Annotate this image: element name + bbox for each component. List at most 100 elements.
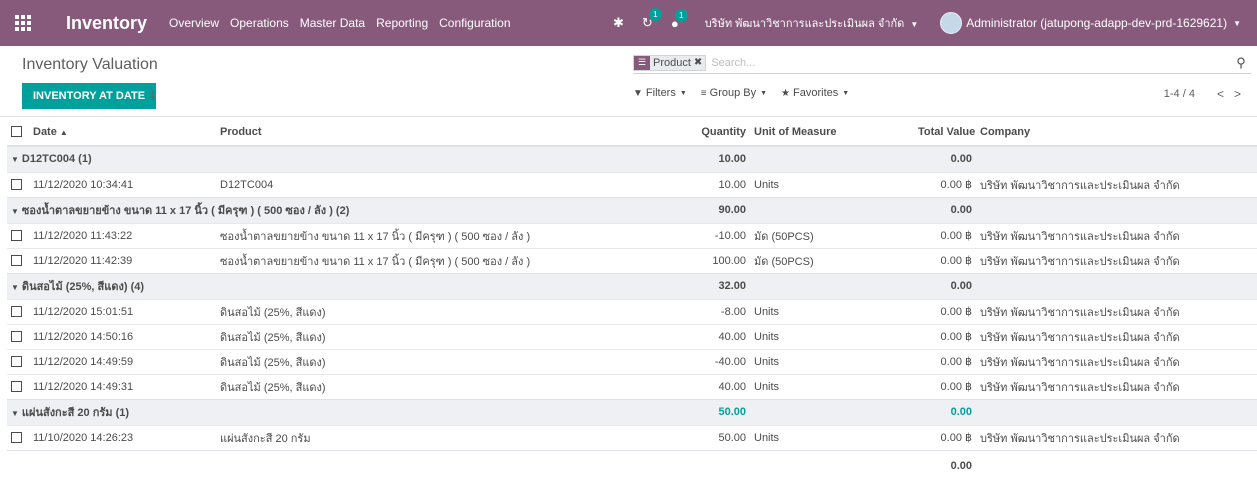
row-checkbox[interactable] (11, 356, 22, 368)
group-total-value: 0.00 (914, 272, 976, 299)
list-view: Date ▲ Product Quantity Unit of Measure T… (7, 118, 1257, 482)
column-uom[interactable]: Unit of Measure (750, 118, 914, 147)
row-checkbox[interactable] (11, 255, 22, 267)
table-row[interactable]: 11/12/2020 11:43:22 ซองน้ำตาลขยายข้าง ขน… (7, 222, 1257, 248)
row-product: ซองน้ำตาลขยายข้าง ขนาด 11 x 17 นิ้ว ( มี… (216, 247, 652, 273)
apps-menu-button[interactable] (0, 0, 46, 46)
group-row[interactable]: ▼ ดินสอไม้ (25%, สีแดง) (4) 32.00 0.00 (7, 272, 1257, 299)
menu-configuration[interactable]: Configuration (439, 12, 510, 34)
search-icon[interactable]: ⚲ (1233, 55, 1249, 71)
search-facet-product[interactable]: ☰ Product ✖ (633, 54, 707, 71)
select-all-cell[interactable] (7, 118, 29, 147)
filters-dropdown[interactable]: ▼ Filters ▼ (633, 87, 687, 99)
activity-badge: 1 (648, 8, 662, 21)
row-uom: Units (750, 298, 914, 324)
app-brand[interactable]: Inventory (66, 13, 147, 34)
avatar (940, 12, 963, 34)
pager-value[interactable]: 1-4 / 4 (1164, 88, 1195, 100)
inventory-at-date-button[interactable]: INVENTORY AT DATE (22, 83, 157, 109)
download-icon[interactable]: ⤓ (150, 87, 156, 103)
group-label-cell: ▼ ดินสอไม้ (25%, สีแดง) (4) (7, 272, 652, 299)
row-checkbox[interactable] (11, 179, 22, 191)
column-total-value[interactable]: Total Value (914, 118, 976, 147)
table-header-row: Date ▲ Product Quantity Unit of Measure T… (7, 118, 1257, 147)
menu-master-data[interactable]: Master Data (300, 12, 365, 34)
top-navbar: Inventory Overview Operations Master Dat… (0, 0, 1257, 46)
group-label: ซองน้ำตาลขยายข้าง ขนาด 11 x 17 นิ้ว ( มี… (21, 205, 350, 217)
messages-chat-icon[interactable]: ● 1 (671, 8, 688, 31)
row-date: 11/12/2020 14:49:31 (29, 373, 216, 399)
table-row[interactable]: 11/12/2020 10:34:41 D12TC004 10.00 Units… (7, 171, 1257, 197)
table-row[interactable]: 11/12/2020 11:42:39 ซองน้ำตาลขยายข้าง ขน… (7, 247, 1257, 273)
table-row[interactable]: 11/10/2020 14:26:23 แผ่นสังกะสี 20 กรัม … (7, 424, 1257, 450)
row-select-cell[interactable] (7, 373, 29, 399)
row-select-cell[interactable] (7, 222, 29, 248)
menu-reporting[interactable]: Reporting (376, 12, 428, 34)
row-quantity: 40.00 (652, 323, 750, 349)
group-by-dropdown[interactable]: ≡ Group By ▼ (701, 87, 767, 99)
filters-label: Filters (645, 87, 676, 99)
pager-next-icon[interactable]: > (1234, 87, 1241, 101)
user-name: Administrator (jatupong-adapp-dev-prd-16… (966, 16, 1228, 30)
group-uom (750, 145, 914, 172)
apps-grid-icon (15, 15, 31, 31)
row-checkbox[interactable] (11, 432, 22, 444)
chevron-down-icon: ▼ (1233, 18, 1241, 28)
group-quantity: 90.00 (652, 196, 750, 223)
group-company (976, 145, 1257, 172)
select-all-checkbox[interactable] (11, 126, 22, 138)
row-select-cell[interactable] (7, 247, 29, 273)
activity-clock-icon[interactable]: ↻ 1 (642, 8, 662, 31)
group-row[interactable]: ▼ แผ่นสังกะสี 20 กรัม (1) 50.00 0.00 (7, 398, 1257, 425)
group-row[interactable]: ▼ D12TC004 (1) 10.00 0.00 (7, 145, 1257, 172)
footer-spacer (7, 449, 914, 482)
group-label-cell: ▼ ซองน้ำตาลขยายข้าง ขนาด 11 x 17 นิ้ว ( ม… (7, 196, 652, 223)
row-uom: Units (750, 348, 914, 374)
row-total-value: 0.00 ฿ (914, 222, 976, 248)
bars-icon: ≡ (700, 87, 707, 99)
column-company[interactable]: Company (976, 118, 1257, 147)
search-input[interactable] (711, 56, 1233, 69)
row-total-value: 0.00 ฿ (914, 424, 976, 450)
pager-previous-icon[interactable]: < (1217, 87, 1224, 101)
row-select-cell[interactable] (7, 171, 29, 197)
row-checkbox[interactable] (11, 381, 22, 393)
control-panel: Inventory Valuation ☰ Product ✖ ⚲ INVENT… (0, 46, 1257, 117)
group-label: ดินสอไม้ (25%, สีแดง) (4) (21, 281, 145, 293)
group-row[interactable]: ▼ ซองน้ำตาลขยายข้าง ขนาด 11 x 17 นิ้ว ( ม… (7, 196, 1257, 223)
row-checkbox[interactable] (11, 230, 22, 242)
user-menu[interactable]: Administrator (jatupong-adapp-dev-prd-16… (940, 12, 1241, 34)
caret-down-icon: ▼ (11, 283, 19, 292)
row-select-cell[interactable] (7, 298, 29, 324)
group-uom (750, 196, 914, 223)
row-checkbox[interactable] (11, 331, 22, 343)
group-quantity: 32.00 (652, 272, 750, 299)
row-company: บริษัท พัฒนาวิชาการและประเมินผล จำกัด (976, 348, 1257, 374)
row-checkbox[interactable] (11, 306, 22, 318)
table-row[interactable]: 11/12/2020 14:50:16 ดินสอไม้ (25%, สีแดง… (7, 323, 1257, 349)
column-date[interactable]: Date ▲ (29, 118, 216, 147)
favorites-dropdown[interactable]: ★ Favorites ▼ (781, 87, 849, 99)
navbar-systray: ✱ ↻ 1 ● 1 บริษัท พัฒนาวิชาการและประเมินผล … (613, 0, 1257, 46)
column-quantity[interactable]: Quantity (652, 118, 750, 147)
row-total-value: 0.00 ฿ (914, 298, 976, 324)
menu-overview[interactable]: Overview (169, 12, 219, 34)
row-quantity: -40.00 (652, 348, 750, 374)
row-select-cell[interactable] (7, 424, 29, 450)
sort-ascending-icon: ▲ (59, 127, 68, 137)
table-row[interactable]: 11/12/2020 14:49:31 ดินสอไม้ (25%, สีแดง… (7, 373, 1257, 399)
table-row[interactable]: 11/12/2020 14:49:59 ดินสอไม้ (25%, สีแดง… (7, 348, 1257, 374)
row-select-cell[interactable] (7, 348, 29, 374)
facet-remove-icon[interactable]: ✖ (694, 57, 705, 68)
row-date: 11/12/2020 11:43:22 (29, 222, 216, 248)
menu-operations[interactable]: Operations (230, 12, 289, 34)
group-company (976, 196, 1257, 223)
row-select-cell[interactable] (7, 323, 29, 349)
debug-bug-icon[interactable]: ✱ (613, 15, 624, 31)
company-switcher[interactable]: บริษัท พัฒนาวิชาการและประเมินผล จำกัด ▼ (705, 14, 919, 32)
column-product[interactable]: Product (216, 118, 652, 147)
table-row[interactable]: 11/12/2020 15:01:51 ดินสอไม้ (25%, สีแดง… (7, 298, 1257, 324)
row-total-value: 0.00 ฿ (914, 373, 976, 399)
search-bar: ☰ Product ✖ ⚲ (633, 52, 1251, 74)
facet-label: Product (653, 56, 691, 69)
